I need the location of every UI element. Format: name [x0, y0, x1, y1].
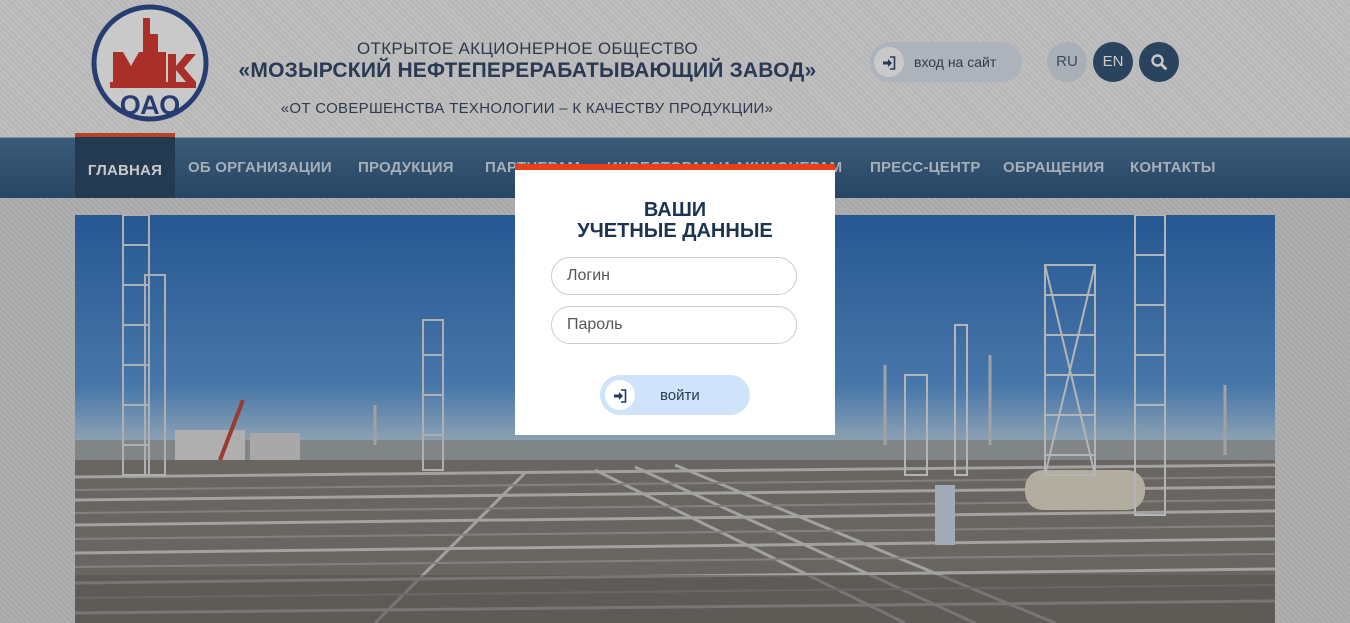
modal-title: ВАШИ УЧЕТНЫЕ ДАННЫЕ: [515, 200, 835, 242]
password-input[interactable]: [551, 306, 797, 344]
modal-title-line1: ВАШИ: [643, 199, 707, 221]
submit-login-label: войти: [660, 387, 700, 404]
login-modal: ВАШИ УЧЕТНЫЕ ДАННЫЕ войти: [515, 164, 835, 435]
submit-login-button[interactable]: войти: [600, 375, 750, 415]
sign-in-icon: [605, 380, 635, 410]
login-input[interactable]: [551, 257, 797, 295]
modal-title-line2: УЧЕТНЫЕ ДАННЫЕ: [577, 220, 773, 242]
